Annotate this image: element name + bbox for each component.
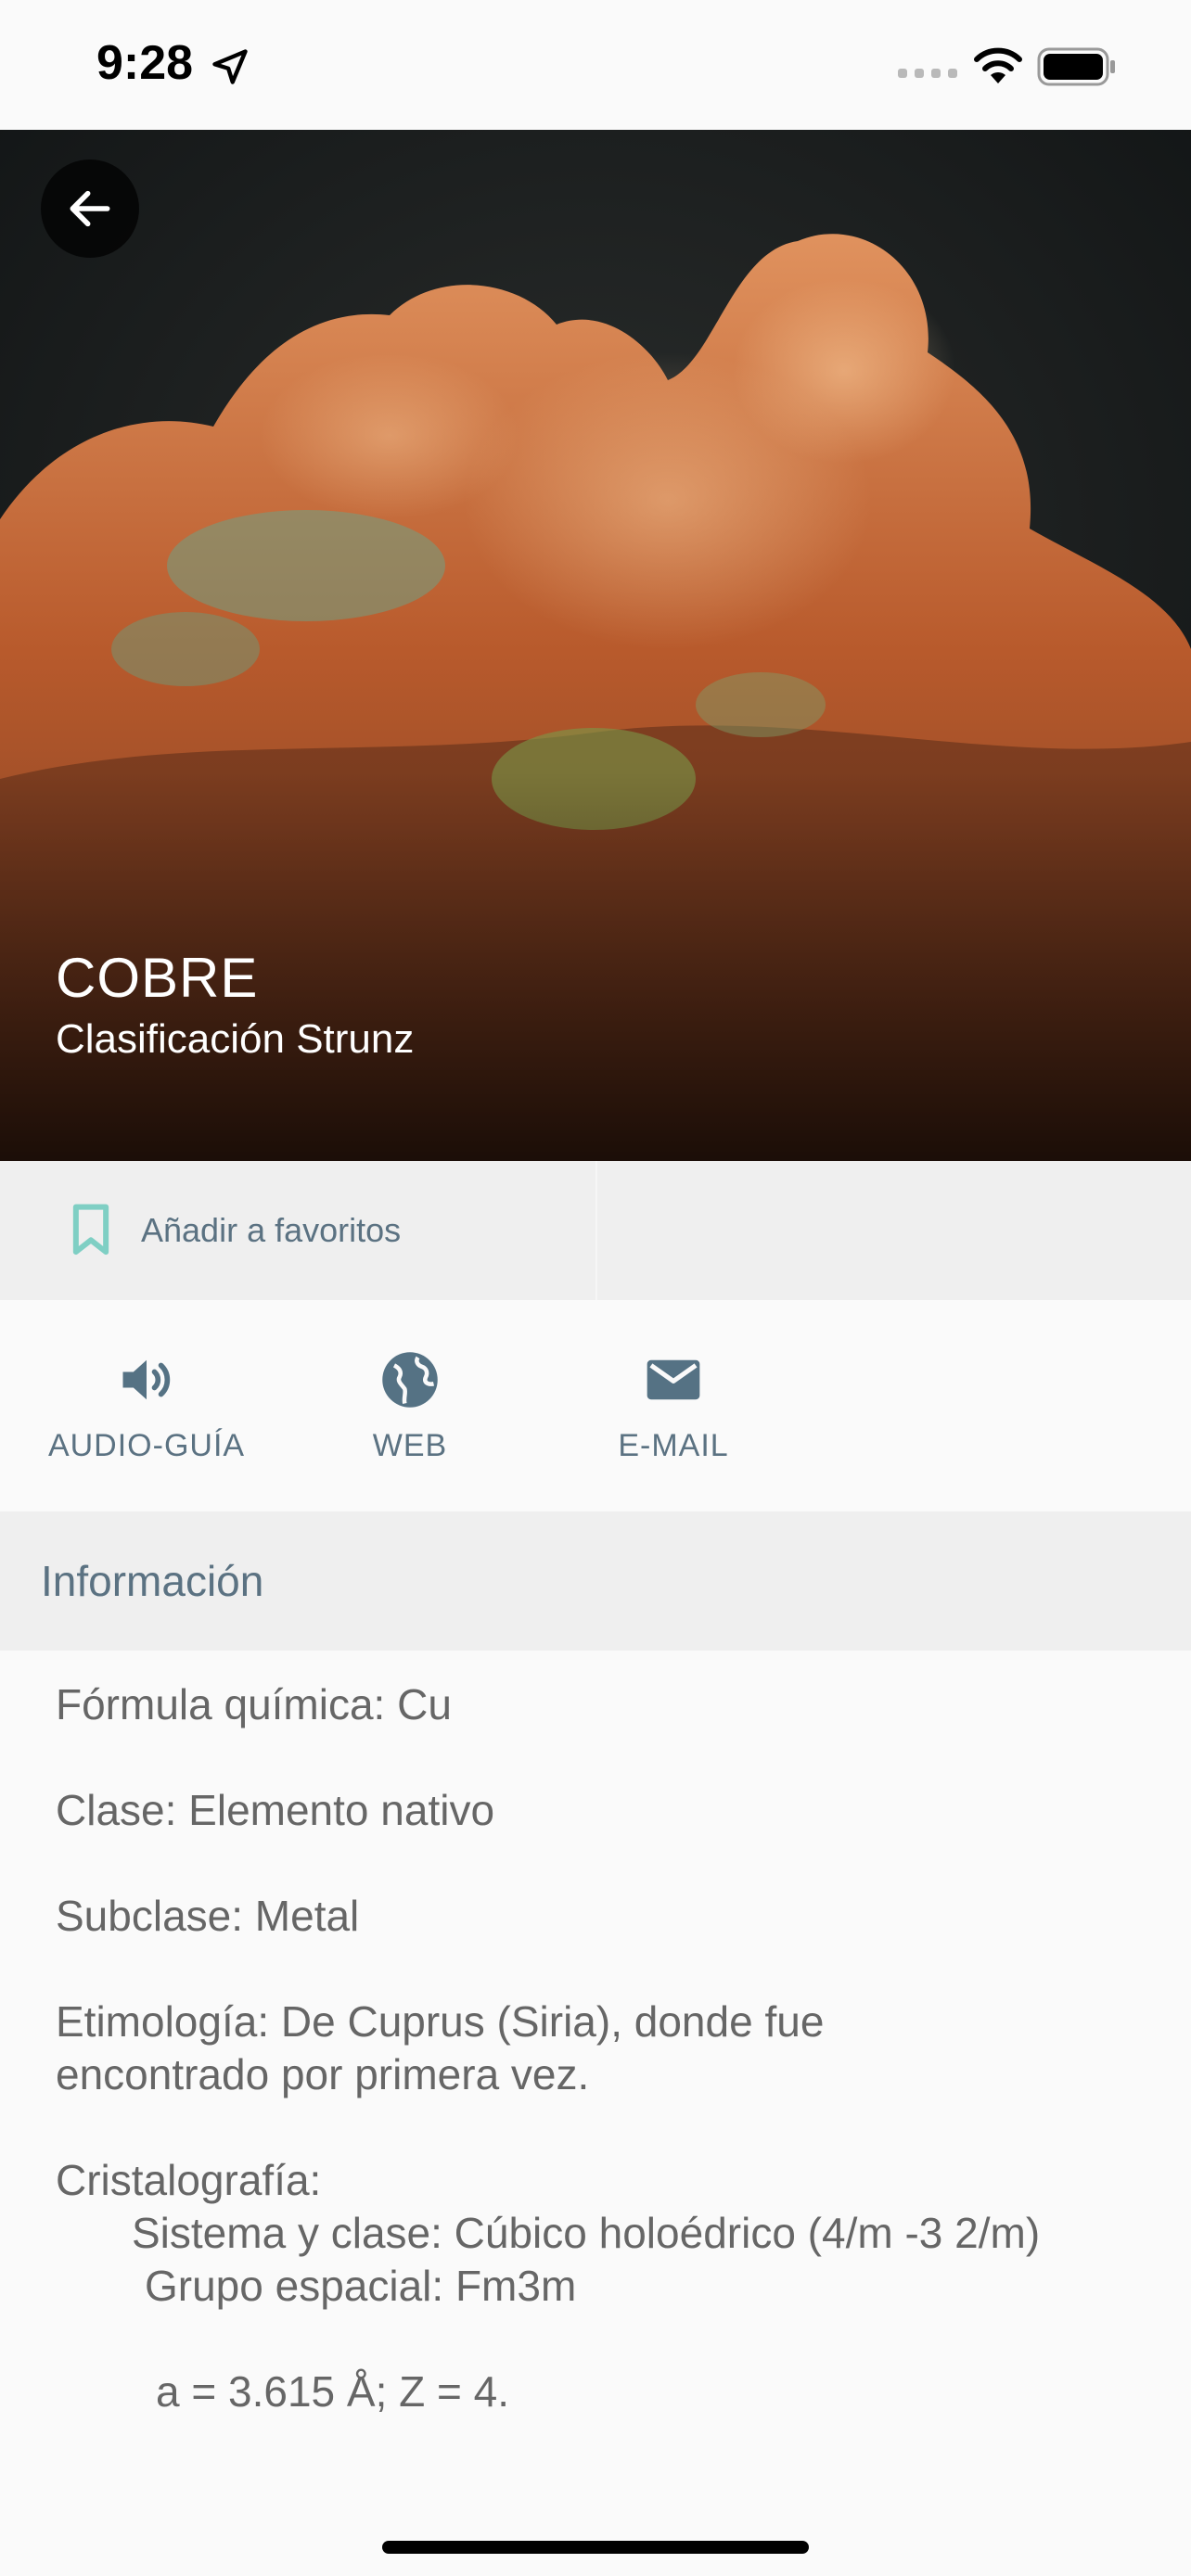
web-button[interactable]: WEB	[289, 1348, 531, 1487]
divider	[596, 1161, 597, 1300]
mineral-hero-image: COBRE Clasificación Strunz	[0, 130, 1191, 1161]
cell-parameters-text: a = 3.615 Å; Z = 4.	[156, 2367, 510, 2416]
crystal-system-text: Sistema y clase: Cúbico holoédrico (4/m …	[132, 2209, 1041, 2257]
class-text: Clase: Elemento nativo	[56, 1786, 495, 1834]
audio-guide-label: AUDIO-GUÍA	[47, 1428, 246, 1463]
add-to-favorites-button[interactable]: Añadir a favoritos	[0, 1161, 594, 1300]
speaker-icon	[122, 1359, 171, 1400]
subclass-text: Subclase: Metal	[56, 1892, 360, 1940]
status-bar: 9:28	[0, 0, 1191, 130]
etymology-line-1: Etimología: De Cuprus (Siria), donde fue	[56, 1997, 825, 2046]
mineral-info: Fórmula química: Cu Clase: Elemento nati…	[56, 1678, 1169, 2418]
chemical-formula: Fórmula química: Cu	[56, 1680, 452, 1728]
favorites-bar: Añadir a favoritos	[0, 1161, 1191, 1300]
mineral-classification: Clasificación Strunz	[56, 1016, 415, 1062]
mail-icon	[647, 1359, 700, 1400]
web-label: WEB	[372, 1428, 448, 1463]
section-title: Información	[41, 1557, 264, 1605]
add-to-favorites-label: Añadir a favoritos	[141, 1211, 402, 1249]
status-time: 9:28	[96, 36, 194, 90]
back-button[interactable]	[41, 159, 139, 258]
arrow-left-icon	[70, 190, 110, 227]
space-group-text: Grupo espacial: Fm3m	[145, 2262, 577, 2310]
crystallography-block: Cristalografía: Sistema y clase: Cúbico …	[56, 2154, 1169, 2418]
email-label: E-MAIL	[618, 1428, 729, 1463]
signal-icon	[898, 69, 957, 78]
location-arrow-icon	[212, 49, 248, 84]
wifi-icon	[974, 47, 1022, 83]
battery-icon	[1037, 47, 1115, 86]
bookmark-icon	[72, 1204, 109, 1256]
etymology-line-2: encontrado por primera vez.	[56, 2050, 590, 2098]
crystallography-heading: Cristalografía:	[56, 2156, 322, 2204]
etymology-text: Etimología: De Cuprus (Siria), donde fue…	[56, 1996, 1169, 2101]
information-section-header[interactable]: Información	[0, 1511, 1191, 1651]
email-button[interactable]: E-MAIL	[553, 1348, 794, 1487]
globe-icon	[382, 1352, 438, 1408]
mineral-name: COBRE	[56, 947, 259, 1009]
home-indicator	[382, 2541, 809, 2554]
action-row: AUDIO-GUÍA WEB E-MAIL	[0, 1300, 1191, 1511]
audio-guide-button[interactable]: AUDIO-GUÍA	[26, 1348, 267, 1487]
